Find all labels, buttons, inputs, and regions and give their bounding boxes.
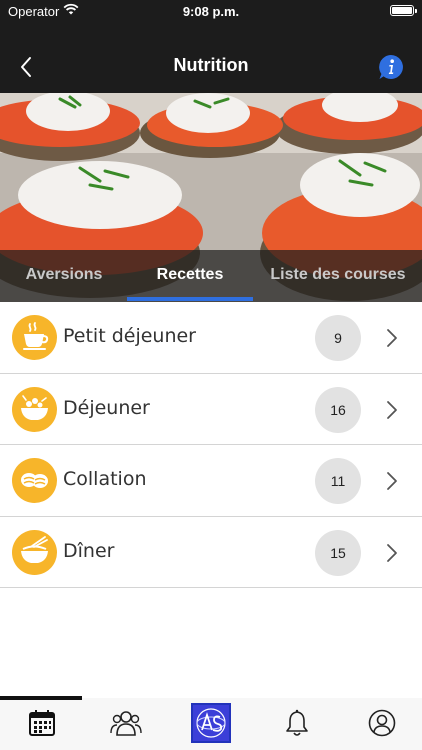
profile-icon[interactable]	[367, 708, 397, 738]
selected-tab-indicator	[0, 696, 82, 700]
calendar-icon[interactable]	[27, 708, 57, 738]
tab-recettes[interactable]: Recettes	[127, 250, 253, 302]
nav-bar: Nutrition	[0, 22, 422, 93]
status-time: 9:08 p.m.	[182, 4, 240, 19]
app-logo-icon[interactable]	[191, 703, 231, 743]
rice-bowl-icon	[12, 529, 57, 575]
battery-icon	[390, 5, 417, 16]
list-item-label: Dîner	[63, 539, 115, 562]
recipe-category-list: Petit déjeuner 9 Déjeuner 16 Collation 1…	[0, 302, 422, 588]
list-item-diner[interactable]: Dîner 15	[0, 517, 422, 588]
list-item-collation[interactable]: Collation 11	[0, 445, 422, 517]
count-badge: 15	[315, 529, 361, 576]
salad-bowl-icon	[12, 386, 57, 432]
chevron-right-icon	[387, 329, 397, 347]
segment-tabs: Aversions Recettes Liste des courses	[0, 250, 422, 302]
active-tab-indicator	[127, 297, 253, 301]
page-title: Nutrition	[173, 55, 249, 75]
cookies-icon	[12, 458, 57, 503]
tab-aversions[interactable]: Aversions	[8, 250, 120, 302]
list-item-dejeuner[interactable]: Déjeuner 16	[0, 374, 422, 445]
list-item-petit-dejeuner[interactable]: Petit déjeuner 9	[0, 302, 422, 374]
community-icon[interactable]	[110, 708, 142, 738]
bell-icon[interactable]	[282, 708, 312, 738]
count-badge: 16	[315, 386, 361, 433]
coffee-cup-icon	[12, 315, 57, 360]
count-badge: 9	[315, 315, 361, 361]
chevron-right-icon	[387, 472, 397, 490]
count-badge: 11	[315, 458, 361, 504]
chevron-right-icon	[387, 543, 397, 562]
tab-liste-des-courses[interactable]: Liste des courses	[262, 250, 414, 302]
list-item-label: Déjeuner	[63, 396, 150, 419]
chevron-right-icon	[387, 400, 397, 419]
bottom-tab-bar	[0, 696, 422, 750]
list-item-label: Petit déjeuner	[63, 325, 196, 347]
info-icon[interactable]	[378, 54, 404, 80]
status-bar: Operator 9:08 p.m.	[0, 0, 422, 22]
list-item-label: Collation	[63, 468, 147, 490]
